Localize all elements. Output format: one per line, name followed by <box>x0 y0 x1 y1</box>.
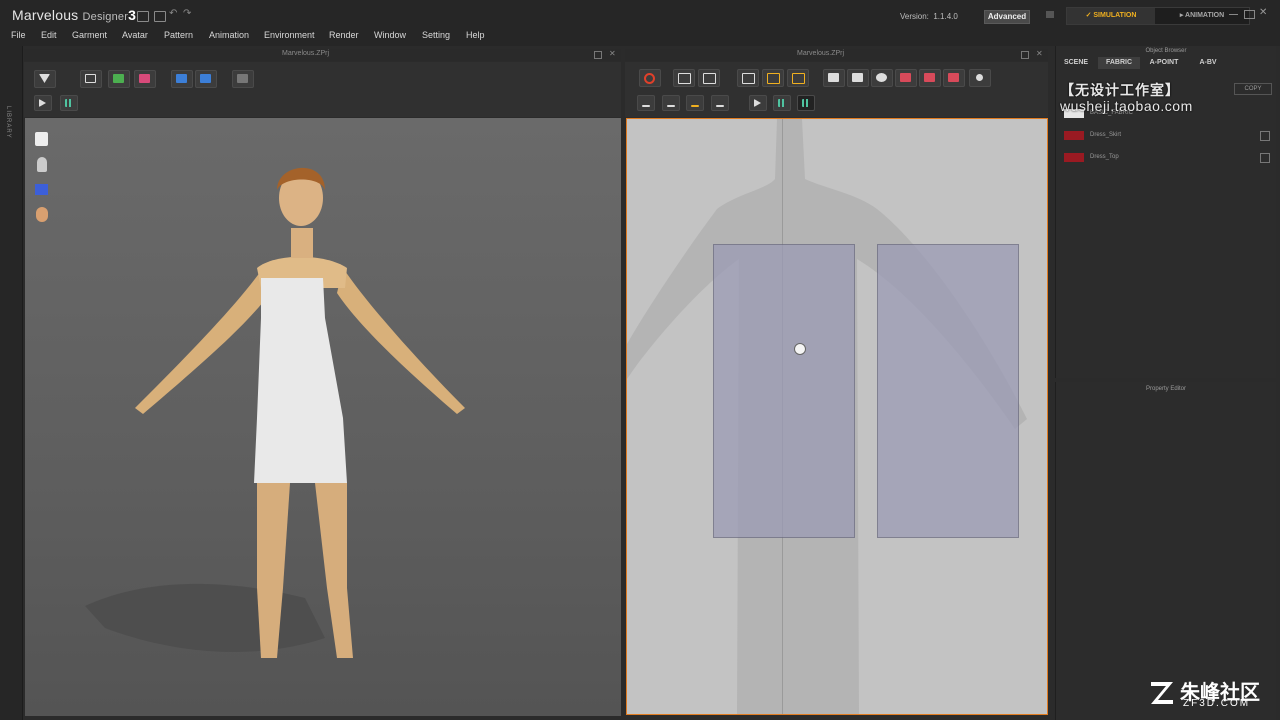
library-sidebar[interactable]: LIBRARY <box>0 46 23 720</box>
toolbar-3d <box>24 62 621 117</box>
simulate-toggle-icon[interactable] <box>639 69 661 87</box>
object-browser-title: Object Browser <box>1145 48 1187 54</box>
undo-icon[interactable]: ↶ <box>169 8 177 19</box>
free-sewing-icon[interactable] <box>662 95 680 111</box>
fabric-name: Dress_Skirt <box>1090 132 1122 138</box>
edit-point-icon[interactable] <box>698 69 720 87</box>
window-3d-maximize-icon[interactable] <box>594 51 602 59</box>
open-icon[interactable] <box>154 11 166 22</box>
edit-sewing-icon[interactable] <box>711 95 729 111</box>
window-3d-title: Marvelous.ZPrj <box>282 50 330 57</box>
close-icon[interactable]: ✕ <box>1259 7 1267 18</box>
property-editor-title: Property Editor <box>1145 386 1187 392</box>
watermark-studio: 【无设计工作室】 <box>1060 82 1180 98</box>
tab-simulation[interactable]: ✓ SIMULATION <box>1067 8 1155 24</box>
property-editor-panel: Property Editor <box>1055 382 1276 720</box>
fabric-row[interactable]: Dress_Skirt <box>1064 130 1270 142</box>
menu-help[interactable]: Help <box>466 30 485 40</box>
pattern-piece-dress-back[interactable] <box>877 244 1019 538</box>
grid-2d-icon[interactable] <box>773 95 791 111</box>
fabric-row[interactable]: Dress_Top <box>1064 152 1270 164</box>
minimize-icon[interactable] <box>1229 10 1238 15</box>
menu-pattern[interactable]: Pattern <box>164 30 193 40</box>
window-2d-header: Marvelous.ZPrj ✕ <box>625 49 1048 61</box>
rectangle-icon[interactable] <box>847 69 869 87</box>
menu-setting[interactable]: Setting <box>422 30 450 40</box>
play-2d-icon[interactable] <box>749 95 767 111</box>
internal-rectangle-icon[interactable] <box>943 69 965 87</box>
fabric-name: Dress_Top <box>1090 154 1119 160</box>
menu-environment[interactable]: Environment <box>264 30 315 40</box>
pattern-window-2d[interactable] <box>626 118 1048 715</box>
redo-icon[interactable]: ↷ <box>183 8 191 19</box>
watermark-site: ZF3D.COM <box>1183 698 1251 709</box>
circle-icon[interactable] <box>871 69 893 87</box>
tab-a-point[interactable]: A-POINT <box>1142 57 1186 69</box>
fold-tool-icon[interactable] <box>171 70 193 88</box>
window-2d-maximize-icon[interactable] <box>1021 51 1029 59</box>
curve-point-icon[interactable] <box>787 69 809 87</box>
transform-pattern-icon[interactable] <box>673 69 695 87</box>
tab-scene[interactable]: SCENE <box>1056 57 1096 69</box>
app-logo: Marvelous Designer3 <box>12 7 137 23</box>
window-2d-title: Marvelous.ZPrj <box>797 50 845 57</box>
edit-curve-icon[interactable] <box>737 69 759 87</box>
select-mode-icon[interactable] <box>34 70 56 88</box>
pattern-piece-dress-front[interactable] <box>713 244 855 538</box>
segment-sewing-icon[interactable] <box>637 95 655 111</box>
move-tool-icon[interactable] <box>80 70 102 88</box>
polygon-icon[interactable] <box>823 69 845 87</box>
fabric-checkbox[interactable] <box>1260 131 1270 141</box>
fabric-swatch <box>1064 131 1084 140</box>
menu-render[interactable]: Render <box>329 30 359 40</box>
dart-icon[interactable] <box>895 69 917 87</box>
viewport-3d[interactable] <box>25 118 621 716</box>
maximize-icon[interactable] <box>1244 10 1255 19</box>
menu-window[interactable]: Window <box>374 30 406 40</box>
window-3d-header: Marvelous.ZPrj ✕ <box>24 49 621 61</box>
internal-polygon-icon[interactable] <box>919 69 941 87</box>
sewing-line-icon[interactable] <box>686 95 704 111</box>
fabric-swatch <box>1064 153 1084 162</box>
unfold-tool-icon[interactable] <box>195 70 217 88</box>
library-label: LIBRARY <box>5 106 11 139</box>
menu-file[interactable]: File <box>11 30 26 40</box>
copy-button[interactable]: COPY <box>1234 83 1272 95</box>
garment-deselect-icon[interactable] <box>134 70 156 88</box>
watermark-url: wusheji.taobao.com <box>1060 98 1193 114</box>
trace-icon[interactable] <box>969 69 991 87</box>
object-browser-tabs: SCENE FABRIC A-POINT A-BV <box>1056 57 1276 69</box>
cursor-icon <box>794 343 806 355</box>
menu-edit[interactable]: Edit <box>41 30 57 40</box>
grid-toggle-icon[interactable] <box>797 95 815 111</box>
window-3d-close-icon[interactable]: ✕ <box>609 49 616 58</box>
save-icon[interactable] <box>137 11 149 22</box>
window-2d-close-icon[interactable]: ✕ <box>1036 49 1043 58</box>
toolbar-2d <box>625 62 1048 117</box>
title-bar: Marvelous Designer3 ↶ ↷ Version: 1.1.4.0… <box>0 0 1280 28</box>
avatar-figure[interactable] <box>25 118 621 716</box>
menu-garment[interactable]: Garment <box>72 30 107 40</box>
menu-avatar[interactable]: Avatar <box>122 30 148 40</box>
grid-icon[interactable] <box>60 95 78 111</box>
menu-bar: File Edit Garment Avatar Pattern Animati… <box>0 28 1280 46</box>
garment-select-icon[interactable] <box>108 70 130 88</box>
fabric-checkbox[interactable] <box>1260 153 1270 163</box>
add-point-icon[interactable] <box>762 69 784 87</box>
tab-fabric[interactable]: FABRIC <box>1098 57 1140 69</box>
menu-animation[interactable]: Animation <box>209 30 249 40</box>
advanced-mode-badge[interactable]: Advanced <box>984 10 1030 24</box>
mode-tabs: ✓ SIMULATION ▸ ANIMATION <box>1066 7 1250 25</box>
tab-a-bv[interactable]: A-BV <box>1188 57 1228 69</box>
version-label: Version: 1.1.4.0 <box>900 12 958 21</box>
pin-tool-icon[interactable] <box>232 70 254 88</box>
play-icon[interactable] <box>34 95 52 111</box>
gear-icon[interactable] <box>1046 11 1054 18</box>
zf3d-logo <box>1148 678 1176 706</box>
